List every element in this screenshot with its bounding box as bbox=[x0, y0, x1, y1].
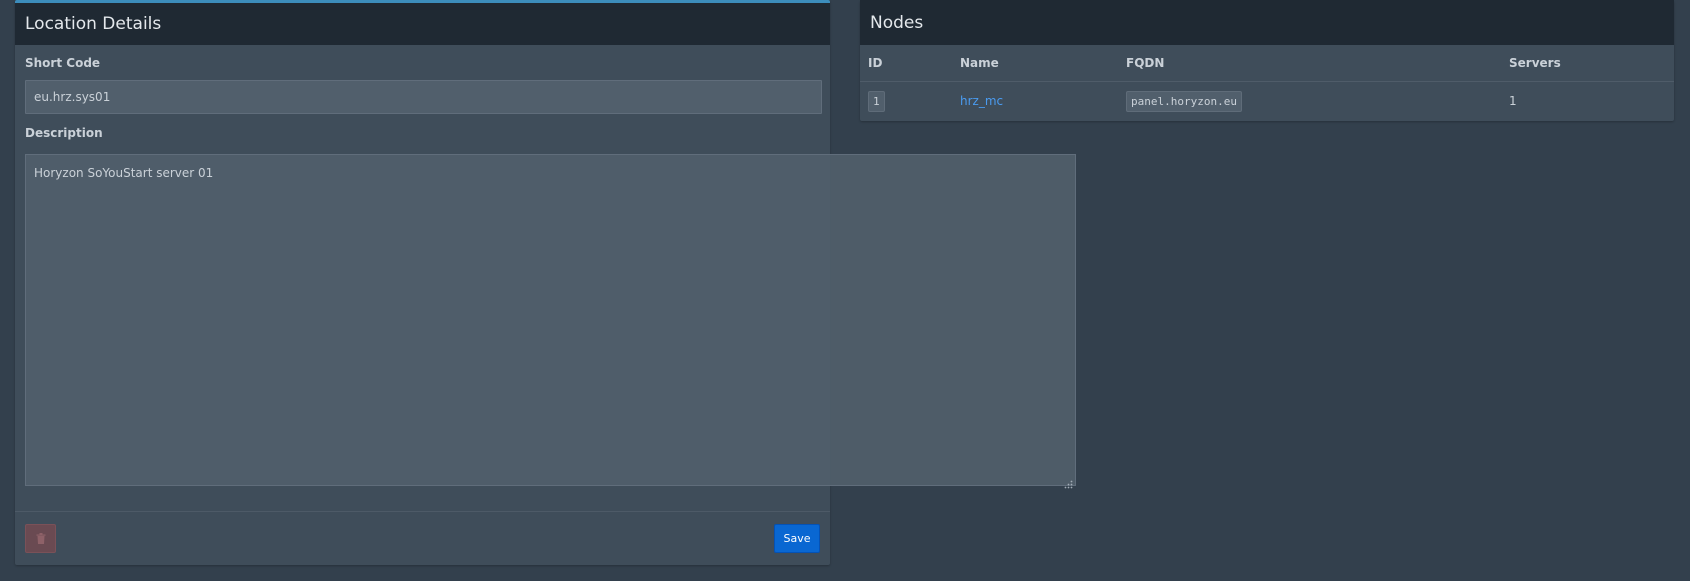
column-header-fqdn: FQDN bbox=[1118, 45, 1501, 82]
delete-button[interactable] bbox=[25, 524, 56, 553]
description-label: Description bbox=[25, 126, 103, 140]
table-row: 1 hrz_mc panel.horyzon.eu 1 bbox=[860, 82, 1674, 121]
node-fqdn-cell: panel.horyzon.eu bbox=[1118, 82, 1501, 121]
resize-handle-icon[interactable] bbox=[1064, 474, 1073, 493]
node-servers-cell: 1 bbox=[1509, 94, 1517, 108]
box-footer-divider bbox=[15, 511, 830, 512]
location-details-title: Location Details bbox=[25, 14, 162, 34]
nodes-table: ID Name FQDN Servers 1 hrz_mc panel.hory… bbox=[860, 45, 1674, 120]
save-button[interactable]: Save bbox=[774, 524, 820, 553]
description-textarea[interactable]: Horyzon SoYouStart server 01 bbox=[25, 154, 1076, 486]
column-header-servers: Servers bbox=[1501, 45, 1674, 82]
short-code-input[interactable] bbox=[25, 80, 822, 114]
nodes-header: Nodes bbox=[860, 0, 1674, 45]
trash-icon bbox=[36, 533, 45, 544]
nodes-title: Nodes bbox=[870, 12, 924, 33]
page: Location Details Short Code Description … bbox=[0, 0, 1690, 581]
node-id-cell: 1 bbox=[860, 82, 952, 121]
node-fqdn: panel.horyzon.eu bbox=[1126, 90, 1242, 112]
node-name-cell: hrz_mc bbox=[952, 82, 1118, 121]
short-code-label: Short Code bbox=[25, 56, 101, 70]
node-id: 1 bbox=[868, 90, 885, 112]
column-header-name: Name bbox=[952, 45, 1118, 82]
nodes-box: Nodes ID Name FQDN Servers 1 hrz_mc pane… bbox=[860, 0, 1674, 121]
nodes-table-header-row: ID Name FQDN Servers bbox=[860, 45, 1674, 82]
column-header-id: ID bbox=[860, 45, 952, 82]
location-details-header: Location Details bbox=[15, 3, 830, 45]
node-name-link[interactable]: hrz_mc bbox=[960, 94, 1003, 108]
